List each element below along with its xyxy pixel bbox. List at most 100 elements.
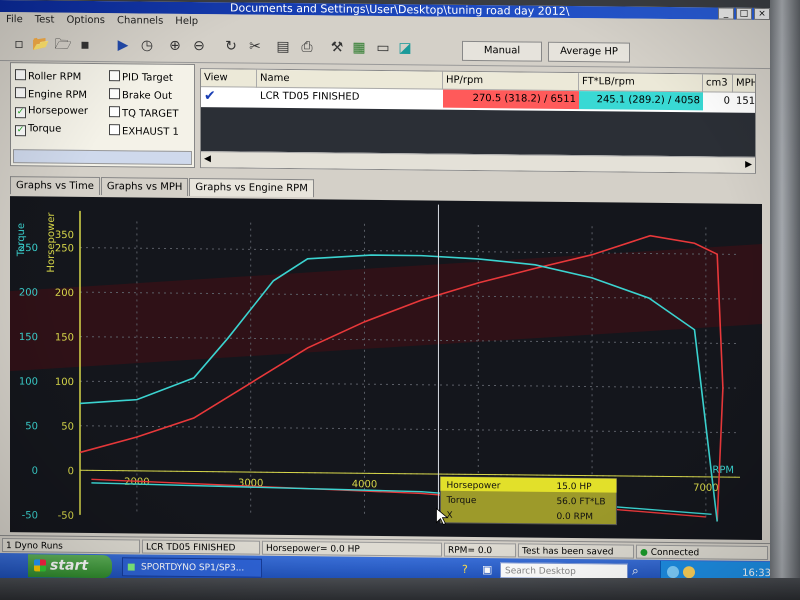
status-run-name: LCR TD05 FINISHED: [142, 539, 260, 555]
col-mph[interactable]: MPH: [733, 74, 756, 93]
col-torque[interactable]: FT*LB/rpm: [579, 73, 703, 93]
average-hp-button[interactable]: Average HP: [548, 41, 630, 63]
save-icon[interactable]: ▪: [76, 36, 94, 54]
channel-pid-target[interactable]: PID Target: [109, 70, 173, 85]
channel-label: Horsepower: [28, 105, 89, 117]
checkbox-roller-rpm[interactable]: [15, 69, 26, 81]
refresh-icon[interactable]: ↻: [222, 37, 240, 55]
tools-icon[interactable]: ⚒: [328, 38, 346, 56]
checkbox-torque[interactable]: ✓: [15, 125, 26, 137]
minimize-button[interactable]: _: [718, 7, 734, 20]
tooltip-value: 0.0 RPM: [556, 512, 593, 522]
open-folder-icon[interactable]: 📂: [32, 35, 50, 53]
status-horsepower: Horsepower= 0.0 HP: [262, 540, 442, 557]
tab-graphs-vs-engine-rpm[interactable]: Graphs vs Engine RPM: [189, 177, 314, 198]
channel-label: PID Target: [122, 72, 173, 84]
hp-tick-label: 100: [55, 377, 74, 388]
channel-exhaust-1[interactable]: EXHAUST 1: [109, 124, 179, 139]
menu-channels[interactable]: Channels: [111, 13, 169, 30]
app-icon: ■: [127, 562, 136, 573]
checkbox-tq-target[interactable]: [109, 106, 120, 118]
channel-scrollbar[interactable]: [13, 149, 192, 166]
start-button[interactable]: start: [28, 554, 112, 579]
zoom-in-icon[interactable]: ⊕: [166, 37, 184, 55]
hp-tick-label: 350: [55, 230, 74, 241]
col-hp[interactable]: HP/rpm: [443, 71, 579, 92]
search-icon[interactable]: ⌕: [632, 564, 639, 579]
channel-tq-target[interactable]: TQ TARGET: [109, 106, 178, 121]
torque-tick-label: -50: [22, 510, 38, 521]
zoom-out-icon[interactable]: ⊖: [190, 37, 208, 55]
note-icon[interactable]: ▭: [374, 39, 392, 57]
channel-label: EXHAUST 1: [122, 126, 179, 138]
taskbar-item-sportdyno[interactable]: ■ SPORTDYNO SP1/SP3...: [122, 557, 262, 578]
menu-options[interactable]: Options: [60, 13, 111, 30]
hp-tick-label: 0: [68, 466, 74, 477]
x-axis-title: RPM: [712, 465, 734, 476]
search-placeholder: Search Desktop: [505, 566, 576, 578]
channel-horsepower[interactable]: ✓ Horsepower: [15, 105, 88, 119]
hp-tick-label: 200: [55, 288, 74, 299]
desktop-icon[interactable]: ▣: [482, 563, 492, 576]
checkbox-exhaust-1[interactable]: [109, 124, 120, 136]
dyno-chart[interactable]: Torque Horsepower RPM 250 200 150 100 50 0 -50 350…: [10, 196, 762, 540]
checkbox-engine-rpm[interactable]: [15, 87, 26, 99]
channel-label: Roller RPM: [28, 71, 82, 83]
channel-label: Torque: [28, 123, 62, 135]
status-rpm: RPM= 0.0: [444, 542, 516, 558]
checkbox-brake-out[interactable]: [109, 88, 120, 100]
grid-line-horizontal: [80, 425, 740, 434]
channel-list: Roller RPM Engine RPM ✓ Horsepower ✓ Torqu…: [10, 62, 195, 169]
menu-test[interactable]: Test: [29, 12, 61, 28]
row-hp: 270.5 (318.2) / 6511: [443, 89, 579, 110]
x-axis-line: [80, 469, 740, 478]
torque-tick-label: 0: [32, 466, 38, 477]
manual-button[interactable]: Manual: [462, 40, 542, 62]
col-cm3[interactable]: cm3: [703, 74, 733, 93]
channel-torque[interactable]: ✓ Torque: [15, 123, 62, 137]
row-mph: 151.5: [736, 95, 756, 108]
tab-graphs-vs-mph[interactable]: Graphs vs MPH: [100, 177, 189, 196]
col-view[interactable]: View: [201, 69, 257, 88]
menu-file[interactable]: File: [0, 12, 29, 28]
channel-brake-out[interactable]: Brake Out: [109, 88, 172, 103]
menu-help[interactable]: Help: [169, 14, 204, 30]
row-name[interactable]: LCR TD05 FINISHED: [257, 88, 443, 108]
checkbox-pid-target[interactable]: [109, 70, 120, 82]
open-folder-alt-icon[interactable]: 🗁: [54, 36, 72, 54]
preview-icon[interactable]: ▤: [274, 38, 292, 56]
torque-tick-label: 150: [19, 332, 38, 343]
scissors-icon[interactable]: ✂: [246, 38, 264, 56]
play-icon[interactable]: ▶: [114, 36, 132, 54]
channel-label: Engine RPM: [28, 89, 88, 101]
channel-engine-rpm[interactable]: Engine RPM: [15, 87, 87, 102]
table-empty-area: [201, 107, 756, 157]
channel-roller-rpm[interactable]: Roller RPM: [15, 69, 81, 84]
close-button[interactable]: ×: [754, 7, 770, 21]
row-view-check[interactable]: ✔: [201, 87, 257, 106]
volume-icon[interactable]: [683, 566, 695, 579]
maximize-button[interactable]: □: [736, 7, 752, 20]
grid-line-horizontal: [80, 380, 740, 389]
channel-label: TQ TARGET: [122, 108, 179, 120]
graph-icon[interactable]: ◪: [396, 39, 414, 57]
scroll-right-icon[interactable]: ▶: [745, 158, 752, 173]
status-runs: 1 Dyno Runs: [2, 538, 140, 554]
search-desktop-input[interactable]: Search Desktop: [500, 562, 628, 580]
new-file-icon[interactable]: ▫: [10, 35, 28, 53]
checkbox-horsepower[interactable]: ✓: [15, 107, 26, 119]
network-icon[interactable]: [667, 565, 679, 579]
torque-tick-label: 250: [19, 243, 38, 254]
taskbar-item-label: SPORTDYNO SP1/SP3...: [141, 562, 245, 574]
chart-icon[interactable]: ▦: [350, 39, 368, 57]
print-icon[interactable]: ⎙: [298, 38, 316, 56]
clock-icon[interactable]: ◷: [138, 36, 156, 54]
dyno-graph[interactable]: Torque Horsepower RPM 250 200 150 100 50 0 -50 350…: [10, 196, 762, 540]
row-cm3: 0: [723, 95, 730, 107]
tab-graphs-vs-time[interactable]: Graphs vs Time: [10, 176, 100, 196]
help-icon[interactable]: ?: [462, 563, 468, 576]
scroll-left-icon[interactable]: ◀: [204, 152, 211, 167]
col-name[interactable]: Name: [257, 69, 443, 90]
hp-tick-label: -50: [58, 511, 74, 522]
x-tick-label: 2000: [124, 477, 149, 488]
